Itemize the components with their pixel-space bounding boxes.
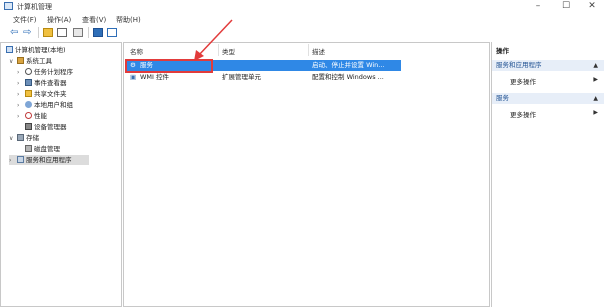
row-description: 启动、停止并设置 Win... [312, 61, 385, 69]
collapsed-caret-icon[interactable]: › [17, 101, 25, 111]
tree-item-disk-management[interactable]: 磁盘管理 [25, 144, 60, 154]
tree-label: 服务和应用程序 [26, 156, 72, 164]
close-button[interactable]: ✕ [582, 0, 602, 13]
up-folder-icon[interactable] [43, 28, 53, 37]
annotation-arrow [194, 19, 233, 61]
collapsed-caret-icon[interactable]: › [9, 156, 17, 166]
more-actions-link[interactable]: 更多操作 [510, 109, 536, 119]
help-icon[interactable] [93, 28, 103, 37]
tree-item-performance[interactable]: › 性能 [17, 111, 47, 121]
row-type: 扩展管理单元 [222, 73, 261, 81]
toolbar-divider [38, 27, 39, 38]
wmi-icon: ▣ [130, 73, 137, 81]
collapsed-caret-icon[interactable]: › [17, 68, 25, 78]
tree-label: 事件查看器 [34, 79, 67, 87]
collapsed-caret-icon[interactable]: › [17, 79, 25, 89]
minimize-button[interactable]: – [528, 0, 548, 13]
actions-section-services[interactable]: 服务 ▲ [492, 93, 604, 104]
tree-label: 计算机管理(本地) [15, 46, 66, 54]
show-hide-tree-icon[interactable] [57, 28, 67, 37]
expanded-caret-icon[interactable]: ∨ [9, 134, 17, 144]
storage-icon [17, 134, 24, 141]
export-list-icon[interactable] [73, 28, 83, 37]
maximize-button[interactable]: ☐ [556, 0, 576, 13]
actions-pane: 操作 服务和应用程序 ▲ 更多操作 ▶ 服务 ▲ 更多操作 ▶ [491, 42, 604, 307]
shared-folder-icon [25, 90, 32, 97]
tree-label: 存储 [26, 134, 39, 142]
tree-label: 磁盘管理 [34, 145, 60, 153]
toolbar: ⇦ ⇨ [0, 25, 604, 41]
tree-label: 系统工具 [26, 57, 52, 65]
collapse-caret-icon[interactable]: ▲ [593, 60, 598, 71]
menu-view[interactable]: 查看(V) [82, 15, 106, 25]
column-divider [308, 44, 309, 56]
tree-item-root[interactable]: 计算机管理(本地) [6, 45, 66, 55]
collapse-caret-icon[interactable]: ▲ [593, 93, 598, 104]
expanded-caret-icon[interactable]: ∨ [9, 57, 17, 67]
tree-item-storage[interactable]: ∨ 存储 [9, 133, 39, 143]
event-log-icon [25, 79, 32, 86]
tree-label: 共享文件夹 [34, 90, 67, 98]
collapsed-caret-icon[interactable]: › [17, 90, 25, 100]
row-description: 配置和控制 Windows ... [312, 73, 384, 81]
column-header-description[interactable]: 描述 [312, 46, 325, 56]
more-actions-link[interactable]: 更多操作 [510, 76, 536, 86]
device-manager-icon [25, 123, 32, 130]
tree-item-system-tools[interactable]: ∨ 系统工具 [9, 56, 52, 66]
menu-bar: 文件(F) 操作(A) 查看(V) 帮助(H) [0, 13, 604, 25]
tree-item-local-users[interactable]: › 本地用户和组 [17, 100, 73, 110]
tree-label: 任务计划程序 [34, 68, 73, 76]
clock-icon [25, 68, 32, 75]
tree-label: 本地用户和组 [34, 101, 73, 109]
back-arrow-icon[interactable]: ⇦ [10, 28, 20, 38]
title-bar: 计算机管理 – ☐ ✕ [0, 0, 604, 13]
submenu-arrow-icon: ▶ [593, 109, 598, 116]
computer-icon [6, 46, 13, 53]
disk-icon [25, 145, 32, 152]
services-apps-icon [17, 156, 24, 163]
tree-item-shared-folders[interactable]: › 共享文件夹 [17, 89, 67, 99]
list-row-wmi[interactable]: ▣ WMI 控件 扩展管理单元 配置和控制 Windows ... [126, 72, 401, 83]
collapsed-caret-icon[interactable]: › [17, 112, 25, 122]
menu-help[interactable]: 帮助(H) [116, 15, 141, 25]
tree-label: 设备管理器 [34, 123, 67, 131]
actions-header: 操作 [496, 47, 509, 55]
tree-item-services-apps[interactable]: › 服务和应用程序 [9, 155, 89, 165]
tree-label: 性能 [34, 112, 47, 120]
section-label: 服务 [496, 94, 509, 102]
toolbar-divider [88, 27, 89, 38]
row-name: WMI 控件 [140, 73, 170, 81]
window-title: 计算机管理 [17, 3, 52, 11]
computer-management-icon [4, 2, 13, 10]
column-header-name[interactable]: 名称 [130, 46, 143, 56]
menu-action[interactable]: 操作(A) [47, 15, 71, 25]
toolbox-icon [17, 57, 24, 64]
performance-gauge-icon [25, 112, 32, 119]
actions-section-services-apps[interactable]: 服务和应用程序 ▲ [492, 60, 604, 71]
submenu-arrow-icon: ▶ [593, 76, 598, 83]
menu-file[interactable]: 文件(F) [13, 15, 37, 25]
section-label: 服务和应用程序 [496, 61, 542, 69]
properties-icon[interactable] [107, 28, 117, 37]
tree-item-task-scheduler[interactable]: › 任务计划程序 [17, 67, 73, 77]
tree-item-device-manager[interactable]: 设备管理器 [25, 122, 67, 132]
forward-arrow-icon[interactable]: ⇨ [23, 28, 33, 38]
users-icon [25, 101, 32, 108]
tree-item-event-viewer[interactable]: › 事件查看器 [17, 78, 67, 88]
